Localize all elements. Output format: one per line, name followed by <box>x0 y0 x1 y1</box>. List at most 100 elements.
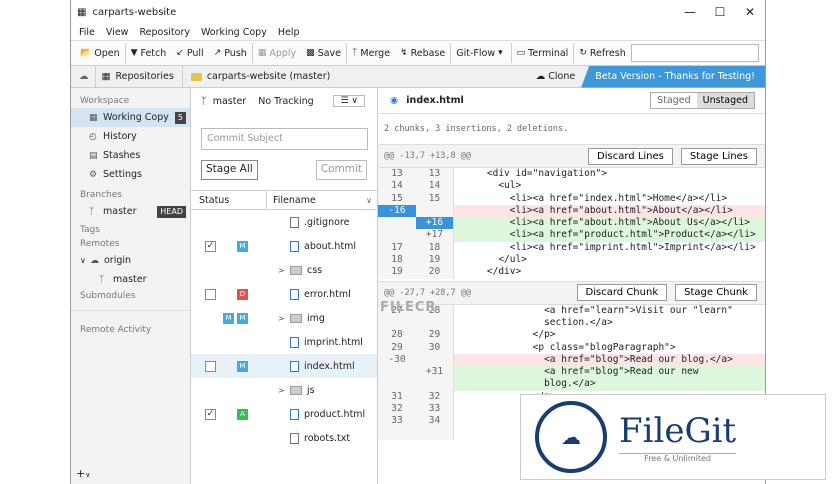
file-name: index.html <box>290 360 355 372</box>
expand-arrow-icon[interactable]: > <box>278 314 285 323</box>
maximize-icon[interactable]: ☐ <box>705 5 735 19</box>
file-name: img <box>290 313 325 324</box>
diff-line[interactable]: +17 <li><a href="product.html">Product</… <box>378 229 765 242</box>
diff-line[interactable]: -16 <li><a href="about.html">About</a></… <box>378 204 765 218</box>
file-row[interactable]: Derror.html <box>191 282 377 306</box>
sidebar-item-origin-master[interactable]: ᛉ master <box>71 270 190 289</box>
terminal-button[interactable]: ▭ Terminal <box>512 43 575 63</box>
gear-icon: ⚙ <box>89 169 98 180</box>
expand-arrow-icon[interactable]: > <box>278 266 285 275</box>
diff-line[interactable]: 14 14 <ul> <box>378 180 765 193</box>
file-row[interactable]: imprint.html <box>191 330 377 354</box>
sidebar-item-settings[interactable]: ⚙ Settings <box>71 165 190 184</box>
menu-help[interactable]: Help <box>278 27 300 38</box>
file-row[interactable]: M M > img <box>191 306 377 330</box>
stage-checkbox[interactable]: ✓ <box>205 240 216 252</box>
menu-file[interactable]: File <box>79 27 95 38</box>
sidebar-item-stashes[interactable]: ▤ Stashes <box>71 146 190 165</box>
menu-working-copy[interactable]: Working Copy <box>201 27 267 38</box>
tags-header[interactable]: Tags <box>71 223 190 237</box>
options-menu-button[interactable]: ☰ ∨ <box>333 95 365 107</box>
discard-chunk-button[interactable]: Discard Chunk <box>576 284 668 302</box>
sidebar-item-label: Stashes <box>103 150 141 161</box>
stage-checkbox[interactable] <box>205 288 216 300</box>
menu-repository[interactable]: Repository <box>139 27 190 38</box>
add-button[interactable]: +∨ <box>76 467 90 480</box>
stage-checkbox[interactable] <box>205 360 216 372</box>
merge-button[interactable]: ᛉ Merge <box>347 43 395 63</box>
file-row[interactable]: ✓ Mabout.html <box>191 234 377 258</box>
file-row[interactable]: robots.txt <box>191 426 377 450</box>
refresh-button[interactable]: ↻ Refresh <box>574 43 630 63</box>
sidebar-item-working-copy[interactable]: ▦ Working Copy 5 <box>71 108 190 127</box>
diff-line[interactable]: -30 <a href="blog">Read our blog.</a> <box>378 353 765 367</box>
push-button[interactable]: ↗ Push <box>209 43 253 63</box>
clone-button[interactable]: ☁ Clone <box>536 71 575 82</box>
current-branch[interactable]: master <box>213 96 247 107</box>
expand-arrow-icon[interactable]: > <box>278 386 285 395</box>
gitflow-button[interactable]: Git-Flow ▾ <box>451 43 512 63</box>
file-row[interactable]: > css <box>191 258 377 282</box>
push-label: Push <box>224 47 247 59</box>
file-icon <box>290 408 299 420</box>
close-icon[interactable]: ✕ <box>735 5 765 19</box>
discard-lines-button[interactable]: Discard Lines <box>588 147 673 165</box>
commit-button[interactable]: Commit <box>315 160 367 180</box>
open-button[interactable]: 📂 Open <box>75 43 126 63</box>
diff-line[interactable]: +16 <li><a href="about.html">About Us</a… <box>378 217 765 230</box>
clone-icon: ☁ <box>535 71 549 82</box>
diff-line[interactable]: 28 29 </p> <box>378 329 765 342</box>
diff-line[interactable]: +31 <a href="blog">Read our new <box>378 366 765 379</box>
working-copy-icon: ▦ <box>89 112 98 123</box>
remote-activity-header: Remote Activity <box>80 325 152 335</box>
filename-column-header[interactable]: Filename ∨ <box>267 195 377 206</box>
diff-line[interactable]: 29 30 <p class="blogParagraph"> <box>378 341 765 354</box>
count-badge: 5 <box>174 111 186 124</box>
diff-line[interactable]: 18 19 </ul> <box>378 254 765 267</box>
code-text: <div id="navigation"> <box>464 168 607 179</box>
hunk-header: @@ -13,7 +13,8 @@ Discard Lines Stage Li… <box>378 144 765 168</box>
search-input[interactable] <box>631 44 759 62</box>
filename-column-label: Filename <box>273 194 316 206</box>
file-name: .gitignore <box>290 216 349 228</box>
diff-line[interactable]: 13 13 <div id="navigation"> <box>378 168 765 181</box>
new-line-number: 18 <box>416 241 454 255</box>
status-column-header[interactable]: Status <box>191 191 267 209</box>
apply-button[interactable]: ▦ Apply <box>253 43 301 63</box>
minimize-icon[interactable]: — <box>675 5 705 19</box>
breadcrumb-repositories[interactable]: Repositories <box>115 71 173 82</box>
sidebar-item-origin[interactable]: ∨ ☁ origin <box>71 251 190 270</box>
diff-line[interactable]: section.</a> <box>378 316 765 330</box>
unstaged-tab[interactable]: Unstaged <box>696 93 754 108</box>
stage-checkbox[interactable]: ✓ <box>205 408 216 420</box>
file-row[interactable]: > js <box>191 378 377 402</box>
filegit-watermark: ☁ FileGit Free & Unlimited <box>520 394 826 480</box>
diff-line[interactable]: 15 15 <li><a href="index.html">Home</a></… <box>378 192 765 205</box>
stage-chunk-button[interactable]: Stage Chunk <box>675 284 757 302</box>
sidebar-item-branch-master[interactable]: ᛉ master HEAD <box>71 202 190 221</box>
diff-line[interactable]: blog.</a> <box>378 378 765 391</box>
file-row[interactable]: Mindex.html <box>191 354 377 378</box>
rebase-button[interactable]: ↯ Rebase <box>395 43 452 63</box>
staged-tab[interactable]: Staged <box>651 93 696 108</box>
old-line-number: 29 <box>378 341 416 354</box>
file-row[interactable]: .gitignore <box>191 210 377 234</box>
breadcrumb-repo[interactable]: carparts-website (master) <box>207 71 331 82</box>
code-text: <li><a href="product.html">Product</a></… <box>454 229 765 242</box>
sidebar-item-history[interactable]: ◴ History <box>71 127 190 146</box>
file-row[interactable]: ✓ Aproduct.html <box>191 402 377 426</box>
new-line-number <box>416 378 454 391</box>
stage-lines-button[interactable]: Stage Lines <box>680 147 757 165</box>
chevron-down-icon[interactable]: ∨ <box>80 256 90 265</box>
diff-line[interactable]: 17 18 <li><a href="imprint.html">Imprint<… <box>378 241 765 255</box>
diff-line[interactable]: 19 20 </div> <box>378 266 765 279</box>
fetch-button[interactable]: ▼ Fetch <box>126 43 172 63</box>
menu-view[interactable]: View <box>106 27 129 38</box>
pull-button[interactable]: ↙ Pull <box>171 43 208 63</box>
save-button[interactable]: ▩ Save <box>301 43 347 63</box>
file-icon <box>290 240 299 252</box>
commit-subject-input[interactable]: Commit Subject <box>201 128 368 150</box>
stage-all-button[interactable]: Stage All <box>201 160 258 180</box>
diff-file-name: index.html <box>406 95 464 106</box>
old-line-number: 33 <box>378 415 416 428</box>
